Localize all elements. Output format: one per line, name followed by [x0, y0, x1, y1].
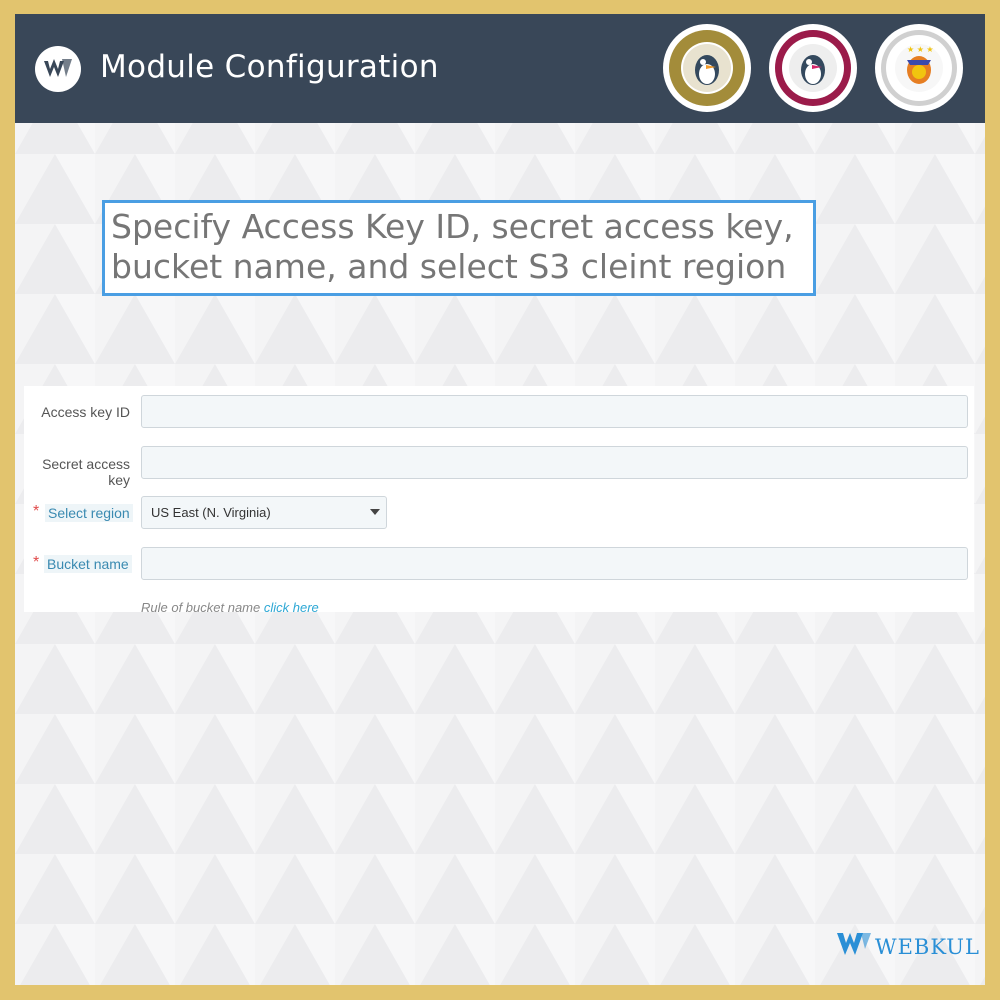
- bucket-help-text: Rule of bucket name click here: [141, 600, 319, 615]
- bucket-label: Bucket name: [44, 555, 132, 573]
- webkul-logo-icon: [35, 46, 81, 92]
- super-hero-seller-badge-icon: ★ ★ ★: [875, 24, 963, 112]
- region-select[interactable]: US East (N. Virginia): [141, 496, 387, 529]
- page-title: Module Configuration: [100, 49, 439, 85]
- secret-key-label: Secret access key: [42, 456, 130, 488]
- gold-partner-badge-icon: [663, 24, 751, 112]
- access-key-label: Access key ID: [41, 404, 130, 420]
- content-area: Module Configuration ★ ★ ★ Specify Acces…: [15, 14, 985, 985]
- s3-config-form: Access key ID Secret access key * Select…: [24, 386, 974, 615]
- access-key-input[interactable]: [141, 395, 968, 428]
- page-frame: Module Configuration ★ ★ ★ Specify Acces…: [0, 0, 1000, 1000]
- region-select-value: US East (N. Virginia): [151, 505, 271, 520]
- webkul-footer-logo: WEBKUL: [837, 931, 979, 961]
- module-developer-badge-icon: [769, 24, 857, 112]
- required-marker: *: [33, 503, 40, 520]
- header-bar: Module Configuration ★ ★ ★: [15, 14, 985, 123]
- callout-line-1: Specify Access Key ID, secret access key…: [111, 207, 794, 246]
- required-marker: *: [33, 554, 40, 571]
- help-link[interactable]: click here: [264, 600, 319, 615]
- chevron-down-icon: [370, 509, 380, 515]
- region-label: Select region: [45, 504, 133, 522]
- instruction-callout: Specify Access Key ID, secret access key…: [102, 200, 816, 296]
- callout-line-2: bucket name, and select S3 cleint region: [111, 247, 787, 286]
- bucket-name-input[interactable]: [141, 547, 968, 580]
- help-text: Rule of bucket name: [141, 600, 261, 615]
- webkul-mark-icon: [837, 933, 871, 955]
- webkul-brand-text: WEBKUL: [875, 935, 980, 959]
- secret-key-input[interactable]: [141, 446, 968, 479]
